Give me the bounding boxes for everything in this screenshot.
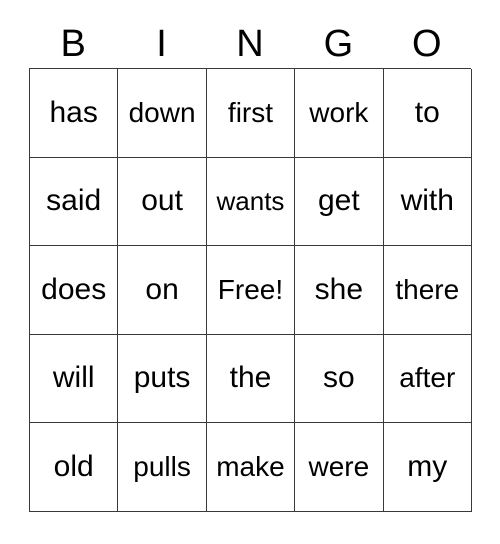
bingo-row-4: will puts the so after bbox=[30, 334, 472, 423]
bingo-cell-label: get bbox=[318, 184, 360, 218]
bingo-cell-b3[interactable]: does bbox=[30, 246, 119, 335]
bingo-cell-i2[interactable]: out bbox=[118, 157, 207, 246]
bingo-cell-n1[interactable]: first bbox=[206, 69, 296, 158]
bingo-header-row: B I N G O bbox=[29, 20, 471, 68]
bingo-cell-free-space[interactable]: Free! bbox=[206, 246, 296, 335]
bingo-cell-b2[interactable]: said bbox=[30, 157, 119, 246]
bingo-cell-label: to bbox=[414, 95, 440, 129]
bingo-cell-o2[interactable]: with bbox=[383, 157, 472, 246]
bingo-grid: has down first work to said out wants ge… bbox=[29, 68, 472, 512]
bingo-cell-o1[interactable]: to bbox=[383, 69, 472, 158]
bingo-cell-label: old bbox=[53, 449, 94, 483]
bingo-cell-label: there bbox=[395, 273, 460, 305]
bingo-cell-label: work bbox=[309, 96, 369, 128]
bingo-cell-o5[interactable]: my bbox=[383, 423, 472, 512]
bingo-row-3: does on Free! she there bbox=[30, 246, 472, 335]
bingo-cell-n5[interactable]: make bbox=[206, 423, 296, 512]
bingo-cell-label: after bbox=[399, 362, 456, 394]
bingo-cell-b1[interactable]: has bbox=[30, 69, 119, 158]
bingo-cell-label: on bbox=[145, 272, 179, 306]
bingo-row-5: old pulls make were my bbox=[30, 423, 472, 512]
bingo-cell-label: the bbox=[229, 361, 272, 395]
bingo-free-space-label: Free! bbox=[217, 273, 284, 305]
bingo-cell-label: make bbox=[216, 450, 285, 482]
bingo-cell-label: my bbox=[407, 449, 448, 483]
bingo-row-2: said out wants get with bbox=[30, 157, 472, 246]
bingo-cell-label: she bbox=[314, 272, 364, 306]
bingo-cell-g5[interactable]: were bbox=[295, 423, 384, 512]
bingo-cell-i3[interactable]: on bbox=[118, 246, 207, 335]
bingo-header-letter-g: G bbox=[323, 23, 354, 65]
bingo-cell-label: pulls bbox=[133, 450, 191, 482]
bingo-cell-label: first bbox=[227, 96, 274, 128]
bingo-cell-g1[interactable]: work bbox=[295, 69, 384, 158]
bingo-cell-label: were bbox=[308, 450, 370, 482]
bingo-cell-label: down bbox=[128, 96, 196, 128]
bingo-cell-label: will bbox=[52, 361, 95, 395]
bingo-cell-b4[interactable]: will bbox=[30, 334, 119, 423]
bingo-cell-label: has bbox=[49, 95, 98, 129]
bingo-cell-label: does bbox=[41, 272, 107, 306]
bingo-header-letter-o: O bbox=[411, 23, 442, 65]
bingo-cell-i4[interactable]: puts bbox=[118, 334, 207, 423]
bingo-cell-label: out bbox=[141, 184, 183, 218]
bingo-cell-n4[interactable]: the bbox=[206, 334, 296, 423]
bingo-cell-label: so bbox=[323, 361, 355, 395]
bingo-cell-g2[interactable]: get bbox=[295, 157, 384, 246]
bingo-cell-n2[interactable]: wants bbox=[206, 157, 296, 246]
bingo-header-letter-b: B bbox=[60, 23, 86, 65]
bingo-cell-label: wants bbox=[216, 186, 285, 217]
bingo-cell-g4[interactable]: so bbox=[295, 334, 384, 423]
bingo-cell-i1[interactable]: down bbox=[118, 69, 207, 158]
bingo-cell-o3[interactable]: there bbox=[383, 246, 472, 335]
bingo-cell-g3[interactable]: she bbox=[295, 246, 384, 335]
bingo-cell-label: with bbox=[400, 184, 454, 218]
bingo-cell-o4[interactable]: after bbox=[383, 334, 472, 423]
bingo-cell-label: puts bbox=[133, 361, 191, 395]
bingo-row-1: has down first work to bbox=[30, 69, 472, 158]
bingo-header-letter-n: N bbox=[236, 23, 264, 65]
bingo-card: B I N G O has down first work to said ou… bbox=[29, 20, 472, 512]
bingo-header-letter-i: I bbox=[156, 23, 167, 65]
bingo-cell-i5[interactable]: pulls bbox=[118, 423, 207, 512]
bingo-cell-b5[interactable]: old bbox=[30, 423, 119, 512]
bingo-cell-label: said bbox=[46, 184, 102, 218]
